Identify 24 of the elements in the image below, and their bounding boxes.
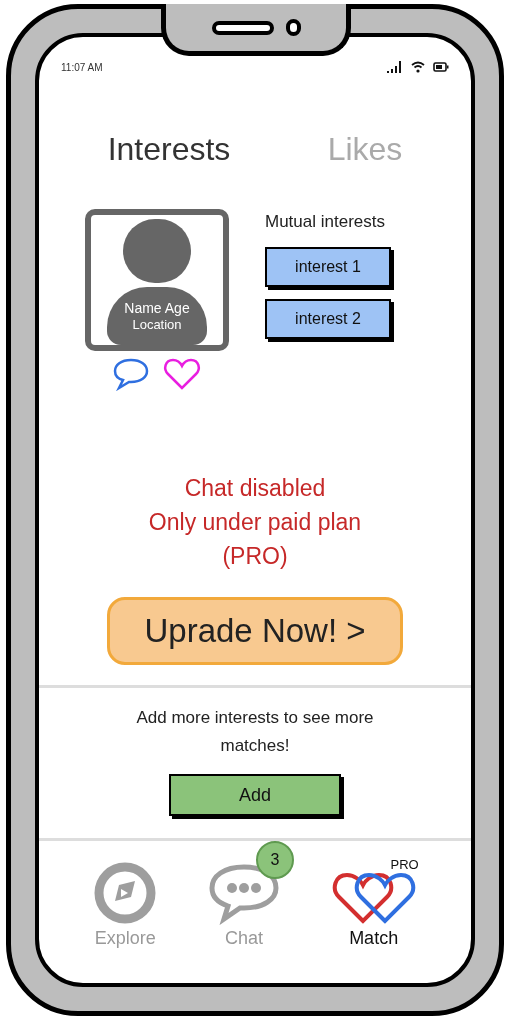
chat-disabled-notice: Only under paid plan xyxy=(148,508,362,537)
status-time: 11:07 AM xyxy=(61,60,103,75)
signal-icon xyxy=(387,61,403,73)
wifi-icon xyxy=(411,61,425,73)
profile-location: Location xyxy=(132,316,182,333)
speaker-slot xyxy=(211,20,274,35)
chat-disabled-notice: (PRO) xyxy=(222,542,288,571)
nav-tab[interactable]: 3 Chat xyxy=(194,841,294,952)
chat-disabled-notice: Chat disabled xyxy=(184,474,326,503)
mutual-interests-title: Mutual interests xyxy=(265,211,386,233)
compass-icon xyxy=(93,861,158,925)
speech-bubble-icon[interactable] xyxy=(112,357,150,391)
tab[interactable]: Interests xyxy=(107,125,231,173)
nav-tab[interactable]: PRO Match xyxy=(318,849,429,952)
pro-tag: PRO xyxy=(390,855,419,875)
unread-badge: 3 xyxy=(256,841,294,879)
upgrade-button[interactable]: Uprade Now! > xyxy=(107,597,403,665)
profile-name-age: Name Age xyxy=(124,298,190,317)
add-button[interactable]: Add xyxy=(169,774,341,816)
add-interests-prompt: Add more interests to see more matches! xyxy=(135,707,375,757)
heart-icon[interactable] xyxy=(162,357,202,391)
interest-tag: interest 2 xyxy=(265,298,391,339)
battery-icon xyxy=(433,62,449,72)
interest-tag: interest 1 xyxy=(265,246,391,287)
